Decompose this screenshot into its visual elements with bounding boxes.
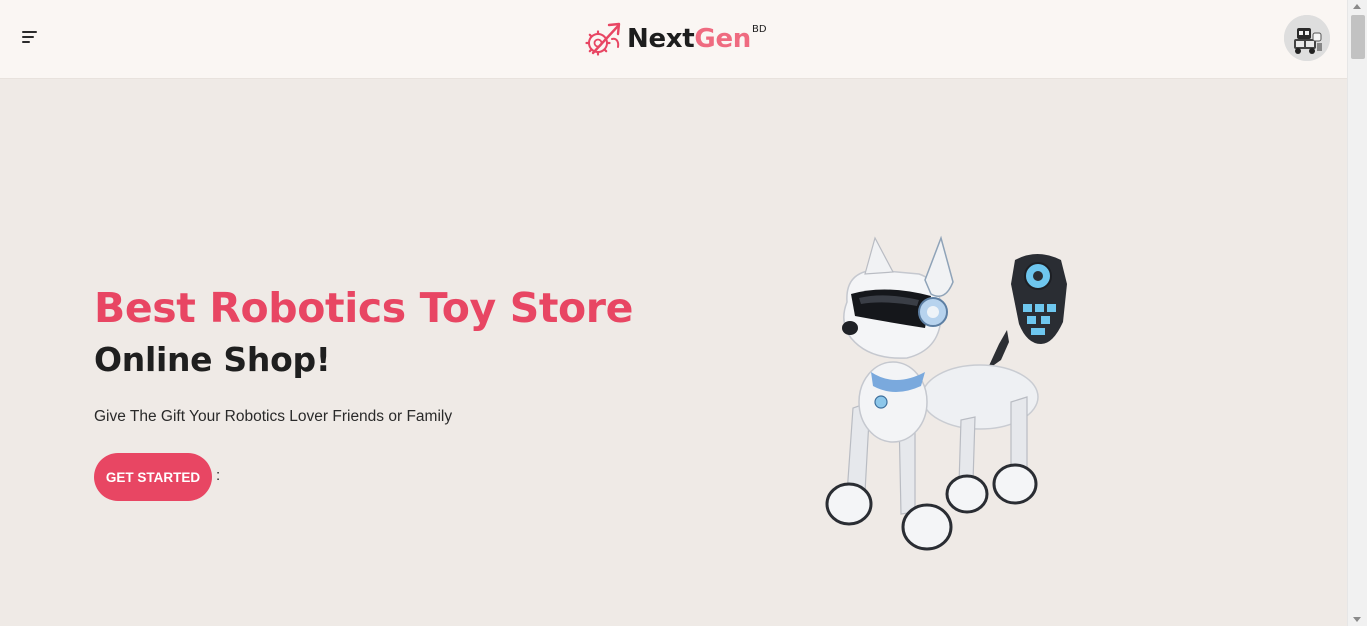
brand-name-gen: Gen	[694, 24, 751, 54]
hamburger-menu-icon[interactable]	[22, 31, 38, 45]
scrollbar-thumb[interactable]	[1351, 15, 1365, 59]
page: NextGen BD Best Robotics Toy Store Onlin…	[0, 0, 1367, 626]
hero-description: Give The Gift Your Robotics Lover Friend…	[94, 408, 453, 425]
brand-name: NextGen	[627, 26, 751, 52]
robot-dog-with-remote-image	[825, 235, 1067, 551]
cta-suffix-text: :	[216, 467, 221, 484]
hero-title: Best Robotics Toy Store	[94, 284, 634, 332]
hero-subtitle: Online Shop!	[94, 340, 331, 379]
get-started-button[interactable]: GET STARTED	[94, 453, 212, 501]
scroll-up-arrow-icon[interactable]	[1353, 4, 1361, 9]
top-navbar: NextGen BD	[0, 0, 1347, 79]
user-avatar[interactable]	[1284, 15, 1330, 61]
remote-control-shape	[1011, 254, 1067, 344]
brand-logo[interactable]: NextGen BD	[585, 20, 767, 58]
scroll-down-arrow-icon[interactable]	[1353, 617, 1361, 622]
robot-gear-logo-icon	[585, 22, 621, 56]
robot-avatar-icon	[1284, 15, 1330, 61]
brand-name-next: Next	[627, 24, 695, 54]
vertical-scrollbar[interactable]	[1347, 0, 1367, 626]
brand-superscript: BD	[752, 23, 767, 35]
